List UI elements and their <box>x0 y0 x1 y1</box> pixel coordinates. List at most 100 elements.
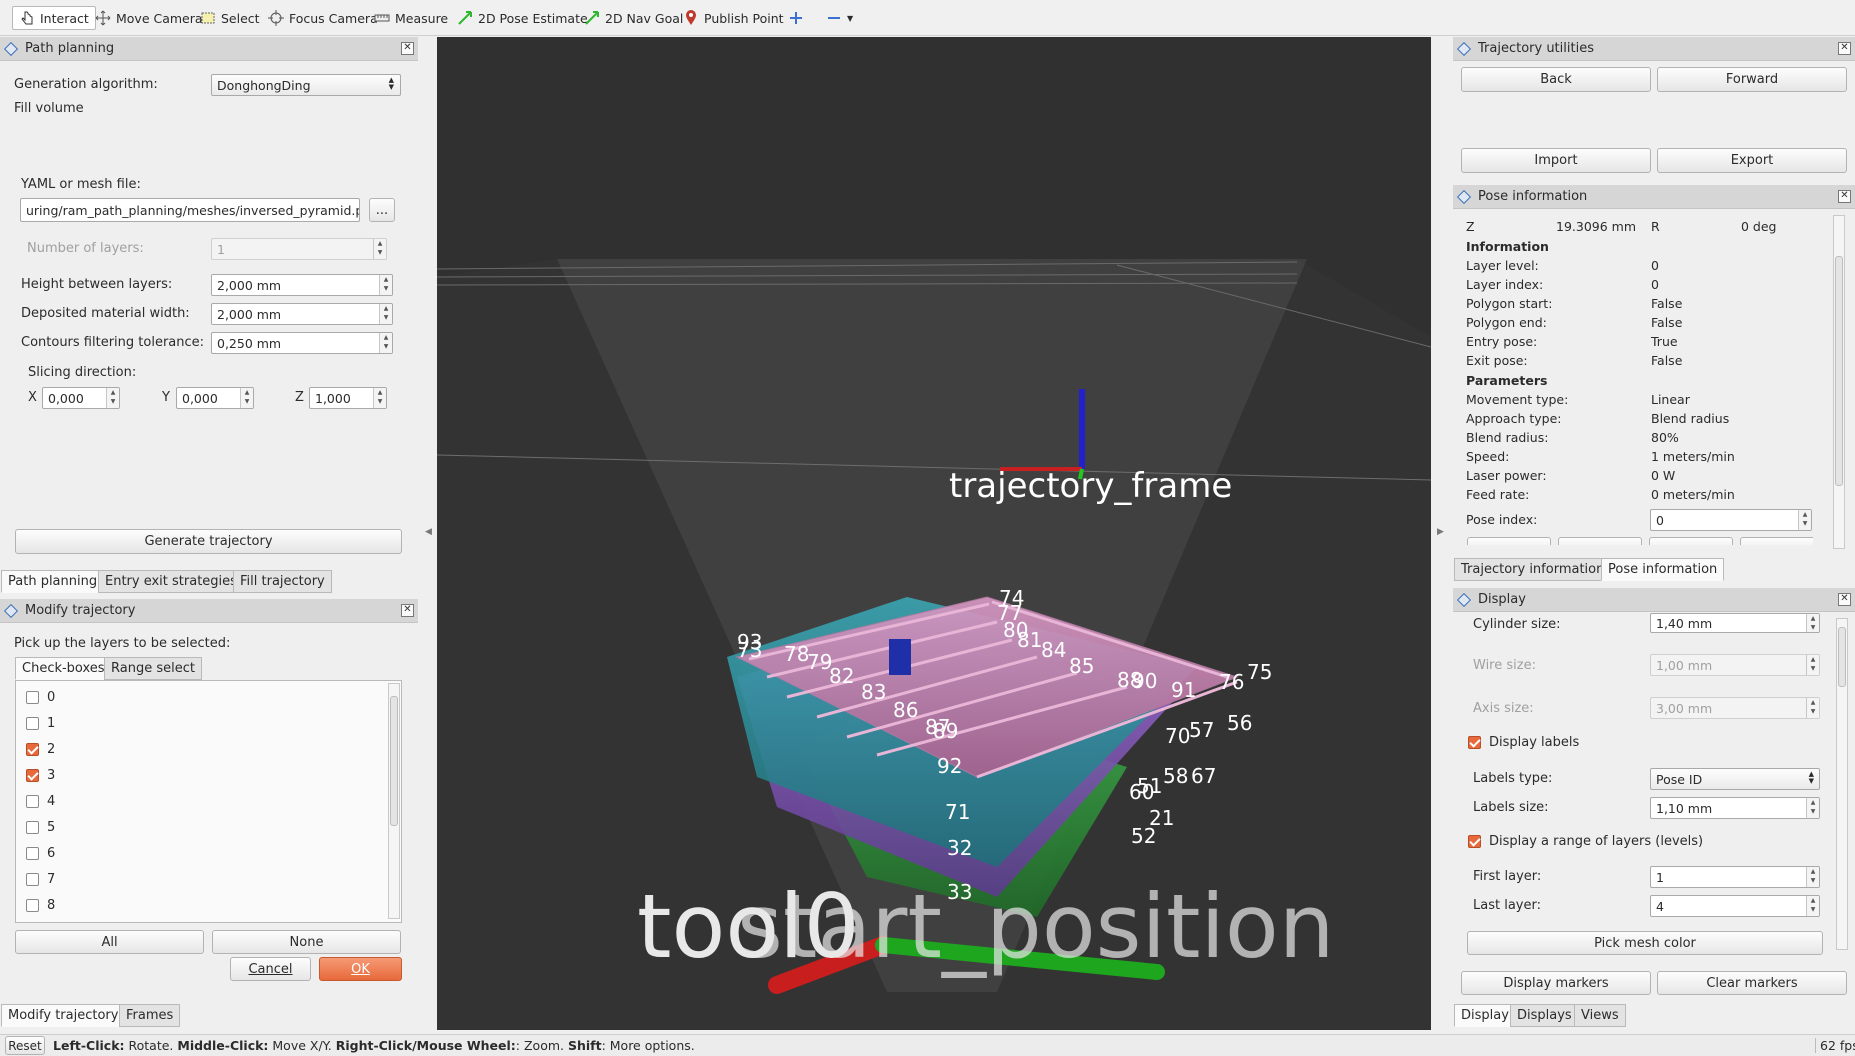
labels-type-select[interactable]: Pose ID ▲ ▼ <box>1650 768 1820 790</box>
slicing-y-input[interactable]: 0,000 ▲ ▼ <box>176 387 254 409</box>
back-button[interactable]: Back <box>1461 67 1651 92</box>
clear-markers-button[interactable]: Clear markers <box>1657 971 1847 995</box>
tab-fill-trajectory[interactable]: Fill trajectory <box>233 570 332 593</box>
spin-arrows-icon[interactable]: ▲ ▼ <box>1806 614 1819 632</box>
scroll-thumb[interactable] <box>1835 256 1843 486</box>
scroll-thumb[interactable] <box>1838 627 1846 687</box>
layer-checkbox-row[interactable]: 0 <box>26 690 366 708</box>
tab-frames[interactable]: Frames <box>119 1004 181 1027</box>
first-pose-button[interactable] <box>1467 537 1551 545</box>
last-pose-button[interactable] <box>1740 537 1813 545</box>
layer-checkbox[interactable] <box>26 795 39 808</box>
display-scrollbar[interactable] <box>1836 618 1848 950</box>
layer-checkbox[interactable] <box>26 847 39 860</box>
layer-checkbox[interactable] <box>26 691 39 704</box>
layer-checkbox[interactable] <box>26 821 39 834</box>
layer-checkbox[interactable] <box>26 873 39 886</box>
tab-displays[interactable]: Displays <box>1510 1004 1579 1027</box>
layer-checkbox[interactable] <box>26 743 39 756</box>
scroll-thumb[interactable] <box>390 696 398 826</box>
browse-button[interactable]: ... <box>369 198 395 222</box>
cylinder-size-input[interactable]: 1,40 mm ▲ ▼ <box>1650 613 1820 633</box>
layer-checkbox-row[interactable]: 4 <box>26 794 366 812</box>
layers-scrollbar[interactable] <box>388 683 400 919</box>
3d-viewport[interactable]: trajectory_frame 74 77 80 81 84 85 88 90 91 76 75 7… <box>437 37 1431 1030</box>
interact-tool[interactable]: Interact <box>12 6 96 30</box>
previous-pose-button[interactable] <box>1558 537 1642 545</box>
import-button[interactable]: Import <box>1461 148 1651 173</box>
select-none-button[interactable]: None <box>212 930 401 954</box>
select-all-button[interactable]: All <box>15 930 204 954</box>
filtering-tolerance-input[interactable]: 0,250 mm ▲ ▼ <box>211 332 393 354</box>
yaml-file-input[interactable]: uring/ram_path_planning/meshes/inversed_… <box>20 198 360 222</box>
pose-estimate-tool[interactable]: 2D Pose Estimate <box>451 6 594 30</box>
spin-arrows-icon[interactable]: ▲ ▼ <box>106 388 119 408</box>
slicing-z-input[interactable]: 1,000 ▲ ▼ <box>309 387 387 409</box>
tab-range-select[interactable]: Range select <box>104 657 202 680</box>
spin-arrows-icon[interactable]: ▲ ▼ <box>1806 798 1819 818</box>
tab-pose-information[interactable]: Pose information <box>1601 558 1725 581</box>
layer-checkbox-row[interactable]: 1 <box>26 716 366 734</box>
tab-path-planning[interactable]: Path planning <box>1 570 105 593</box>
layer-checkbox-row[interactable]: 5 <box>26 820 366 838</box>
next-pose-button[interactable] <box>1649 537 1733 545</box>
measure-tool[interactable]: Measure <box>368 6 454 30</box>
remove-tool-button[interactable]: ▼ <box>820 6 859 30</box>
display-markers-button[interactable]: Display markers <box>1461 971 1651 995</box>
spin-arrows-icon[interactable]: ▲ ▼ <box>240 388 253 408</box>
tab-trajectory-information[interactable]: Trajectory information <box>1454 558 1612 581</box>
pose-index-input[interactable]: 0 ▲ ▼ <box>1650 509 1812 531</box>
layer-checkbox-row[interactable]: 2 <box>26 742 366 760</box>
layer-checkbox[interactable] <box>26 899 39 912</box>
layer-checkbox-row[interactable]: 7 <box>26 872 366 890</box>
move-camera-tool[interactable]: Move Camera <box>89 6 209 30</box>
close-icon[interactable]: ✕ <box>1838 190 1851 203</box>
layer-checkbox-row[interactable]: 6 <box>26 846 366 864</box>
last-layer-input[interactable]: 4 ▲ ▼ <box>1650 895 1820 917</box>
tab-modify-trajectory[interactable]: Modify trajectory <box>1 1004 126 1027</box>
display-range-checkbox[interactable] <box>1468 835 1481 848</box>
reset-button[interactable]: Reset <box>5 1036 45 1055</box>
select-tool[interactable]: Select <box>194 6 266 30</box>
export-button[interactable]: Export <box>1657 148 1847 173</box>
labels-size-input[interactable]: 1,10 mm ▲ ▼ <box>1650 797 1820 819</box>
collapse-left-icon[interactable]: ◀ <box>425 527 432 537</box>
spin-arrows-icon[interactable]: ▲ ▼ <box>379 333 392 353</box>
layer-checkbox[interactable] <box>26 769 39 782</box>
add-tool-button[interactable] <box>782 6 810 30</box>
close-icon[interactable]: ✕ <box>1838 42 1851 55</box>
ok-button[interactable]: OK <box>319 957 402 981</box>
tab-check-boxes[interactable]: Check-boxes <box>15 657 112 680</box>
slicing-x-input[interactable]: 0,000 ▲ ▼ <box>42 387 120 409</box>
publish-point-tool[interactable]: Publish Point <box>677 6 790 30</box>
display-labels-checkbox[interactable] <box>1468 736 1481 749</box>
pick-mesh-color-button[interactable]: Pick mesh color <box>1467 931 1823 955</box>
layer-checkbox-row[interactable]: 8 <box>26 898 366 916</box>
slicing-z-value: 1,000 <box>315 390 351 406</box>
spin-arrows-icon[interactable]: ▲ ▼ <box>373 388 386 408</box>
first-layer-input[interactable]: 1 ▲ ▼ <box>1650 866 1820 888</box>
spin-arrows-icon[interactable]: ▲ ▼ <box>379 304 392 324</box>
close-icon[interactable]: ✕ <box>401 604 414 617</box>
spin-arrows-icon[interactable]: ▲ ▼ <box>379 275 392 295</box>
spin-arrows-icon[interactable]: ▲ ▼ <box>1806 867 1819 887</box>
deposited-width-input[interactable]: 2,000 mm ▲ ▼ <box>211 303 393 325</box>
height-between-layers-input[interactable]: 2,000 mm ▲ ▼ <box>211 274 393 296</box>
tab-display[interactable]: Display <box>1454 1004 1516 1027</box>
close-icon[interactable]: ✕ <box>401 42 414 55</box>
pose-scrollbar[interactable] <box>1833 215 1845 549</box>
generate-trajectory-button[interactable]: Generate trajectory <box>15 529 402 554</box>
generation-algorithm-select[interactable]: DonghongDing ▲ ▼ <box>211 74 401 96</box>
nav-goal-tool[interactable]: 2D Nav Goal <box>578 6 689 30</box>
focus-camera-tool[interactable]: Focus Camera <box>262 6 384 30</box>
layer-checkbox[interactable] <box>26 717 39 730</box>
spin-arrows-icon[interactable]: ▲ ▼ <box>1798 510 1811 530</box>
layer-checkbox-row[interactable]: 3 <box>26 768 366 786</box>
tab-entry-exit-strategies[interactable]: Entry exit strategies <box>98 570 244 593</box>
forward-button[interactable]: Forward <box>1657 67 1847 92</box>
spin-arrows-icon[interactable]: ▲ ▼ <box>1806 896 1819 916</box>
collapse-right-icon[interactable]: ▶ <box>1437 527 1444 537</box>
cancel-button[interactable]: Cancel <box>230 957 311 981</box>
close-icon[interactable]: ✕ <box>1838 593 1851 606</box>
tab-views[interactable]: Views <box>1574 1004 1626 1027</box>
